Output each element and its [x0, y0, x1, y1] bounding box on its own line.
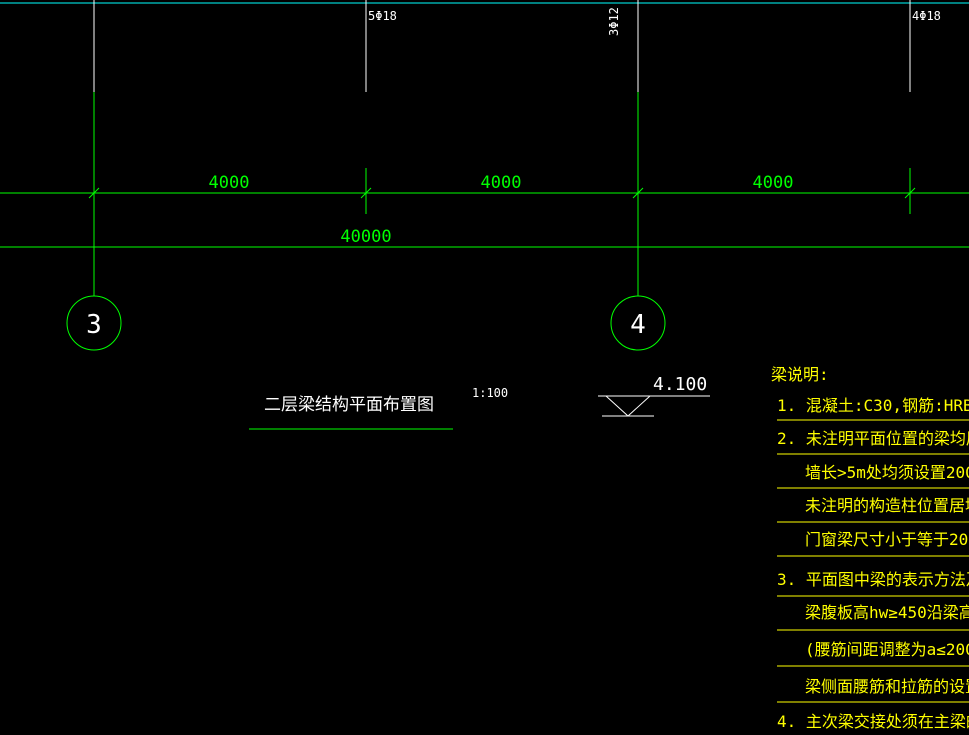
- axis-lines: [0, 92, 969, 296]
- drawing-canvas: 5Φ18 3Φ12 4Φ18 4000 4000 4000 40000 3 4 …: [0, 0, 969, 731]
- elevation-marker: [598, 395, 710, 417]
- dimension-span3: 4000: [753, 173, 794, 193]
- elevation-value: 4.100: [653, 374, 707, 395]
- drawing-scale: 1:100: [472, 386, 508, 400]
- dimension-span1: 4000: [209, 173, 250, 193]
- dimension-span2: 4000: [481, 173, 522, 193]
- rebar-label-beam3: 4Φ18: [912, 9, 941, 23]
- note-line-9: 梁侧面腰筋和拉筋的设置及构造详: [805, 677, 969, 696]
- note-line-10: 4. 主次梁交接处须在主梁的两侧分别: [777, 712, 969, 731]
- rebar-label-beam1: 5Φ18: [368, 9, 397, 23]
- axis-label-4: 4: [630, 310, 646, 340]
- note-line-1: 1. 混凝土:C30,钢筋:HRB400级: [777, 396, 969, 415]
- note-line-3: 墙长>5m处均须设置200X200: [805, 463, 969, 482]
- rebar-label-beam2: 3Φ12: [607, 7, 621, 36]
- drawing-title: 二层梁结构平面布置图: [264, 395, 434, 415]
- note-line-2: 2. 未注明平面位置的梁均居轴线中。: [777, 429, 969, 448]
- dimension-total: 40000: [340, 227, 391, 247]
- note-line-7: 梁腹板高hw≥450沿梁高均设不: [805, 603, 969, 622]
- note-line-6: 3. 平面图中梁的表示方法及构造详见: [777, 570, 969, 589]
- note-line-4: 未注明的构造柱位置居墙中或参见: [805, 496, 969, 515]
- axis-label-3: 3: [86, 310, 102, 340]
- notes-heading: 梁说明:: [771, 365, 829, 384]
- beam-lines: [93, 0, 911, 92]
- note-line-8: (腰筋间距调整为a≤200)。: [805, 640, 969, 659]
- note-line-5: 门窗梁尺寸小于等于200mm的所: [805, 530, 969, 549]
